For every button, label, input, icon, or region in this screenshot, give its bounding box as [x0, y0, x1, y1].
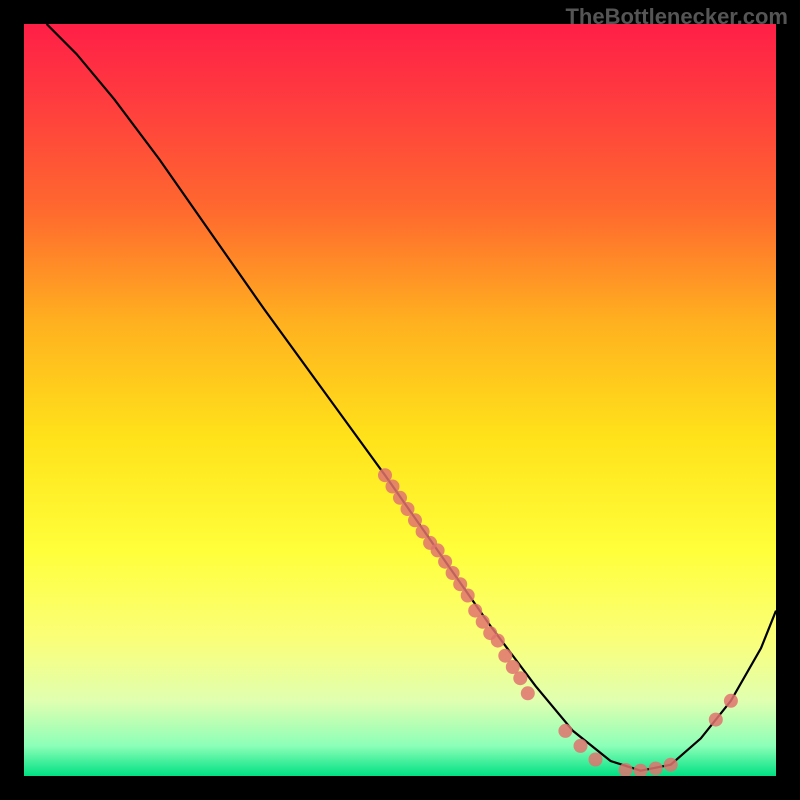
- data-point: [521, 686, 535, 700]
- chart-area: [24, 24, 776, 776]
- gradient-background: [24, 24, 776, 776]
- data-point: [574, 739, 588, 753]
- data-point: [709, 713, 723, 727]
- data-point: [724, 694, 738, 708]
- data-point: [491, 634, 505, 648]
- data-point: [513, 671, 527, 685]
- data-point: [589, 753, 603, 767]
- data-point: [649, 762, 663, 776]
- chart-svg: [24, 24, 776, 776]
- watermark-text: TheBottlenecker.com: [565, 4, 788, 30]
- data-point: [558, 724, 572, 738]
- data-point: [461, 589, 475, 603]
- data-point: [664, 758, 678, 772]
